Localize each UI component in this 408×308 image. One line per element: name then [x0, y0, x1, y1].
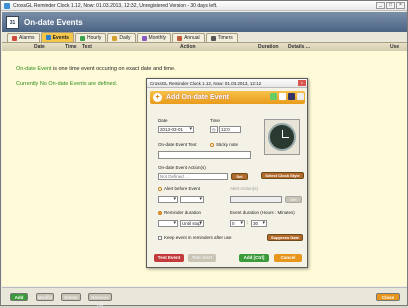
alert-before-label: Alert before Event: [164, 186, 201, 191]
clock-hand: [282, 137, 289, 138]
app-icon: [4, 2, 10, 9]
set-action-button[interactable]: Set: [231, 173, 248, 180]
test-alert-button[interactable]: Test Alert: [188, 254, 216, 262]
empty-message: Currently No On-date Events are defined.: [16, 81, 118, 87]
tab-hourly[interactable]: Hourly: [74, 33, 107, 42]
reminder-unit-select[interactable]: Until stop: [180, 220, 204, 227]
suppress-date-button[interactable]: Suppress Date: [267, 234, 303, 241]
time-label: Time: [210, 118, 220, 123]
add-event-button[interactable]: Add [Ctrl]: [239, 254, 269, 262]
bottom-toolbar: Add Modify Delete Remove All Close: [2, 287, 407, 307]
calendar-icon: 31: [6, 15, 19, 29]
close-icon[interactable]: ×: [396, 2, 405, 9]
dialog-heading: Add On-date Event: [166, 94, 230, 101]
date-label: Date: [158, 118, 168, 123]
alert-before-radio[interactable]: [158, 187, 162, 191]
keep-event-label: Keep event in reminders after use: [164, 235, 232, 240]
alert-action-label: Alert Action(s): [230, 186, 259, 191]
tab-events[interactable]: Events: [40, 32, 74, 42]
reminder-duration-radio[interactable]: [158, 211, 162, 215]
delete-button[interactable]: Delete: [61, 293, 81, 301]
save-icon[interactable]: [288, 93, 295, 100]
cancel-button[interactable]: Cancel: [274, 254, 302, 262]
dialog-title: CrossGL Reminder Clock 1.12, Now: 01.03.…: [147, 79, 307, 88]
action-label: On-date Event Action(s): [158, 165, 206, 170]
forward-icon[interactable]: [270, 93, 277, 100]
col-text[interactable]: Text: [82, 44, 92, 50]
event-text-label: On-date Event Text: [158, 142, 197, 147]
window-title: CrossGL Reminder Clock 1.12, Now: 01.03.…: [13, 2, 218, 9]
col-date[interactable]: Date: [34, 44, 45, 50]
set-alert-button[interactable]: Set: [285, 196, 302, 203]
col-details[interactable]: Details ...: [288, 44, 310, 50]
col-action[interactable]: Action: [180, 44, 196, 50]
maximize-icon[interactable]: □: [386, 2, 395, 9]
col-use[interactable]: Use: [390, 44, 399, 50]
dialog-close-icon[interactable]: ×: [298, 80, 306, 86]
event-duration-label: Event duration (Hours : Minutes): [230, 210, 295, 215]
select-clock-style-button[interactable]: Select Clock Style: [261, 172, 304, 179]
annual-icon: [177, 35, 183, 41]
time-separator: :: [247, 220, 249, 225]
title-bar: CrossGL Reminder Clock 1.12, Now: 01.03.…: [1, 1, 407, 11]
time-input[interactable]: 12:0: [219, 126, 241, 133]
clock-icon: [268, 123, 296, 151]
event-text-input[interactable]: [158, 151, 251, 159]
date-picker[interactable]: 2013-03-01: [158, 126, 194, 133]
time-clock-icon[interactable]: ◷: [210, 126, 218, 133]
tab-alarms[interactable]: Alarms: [7, 33, 40, 42]
action-field[interactable]: Not Defined ...: [158, 173, 228, 180]
info-text: On-date Event is one time event occuring…: [16, 66, 176, 72]
print-icon[interactable]: [297, 93, 304, 100]
minimize-icon[interactable]: _: [376, 2, 385, 9]
section-header: 31 On-date Events: [2, 12, 407, 32]
col-duration[interactable]: Duration: [258, 44, 279, 50]
reminder-number[interactable]: [158, 220, 178, 227]
column-headers: Date Time Text Action Duration Details .…: [2, 43, 407, 51]
add-event-dialog: CrossGL Reminder Clock 1.12, Now: 01.03.…: [146, 78, 308, 268]
events-icon: [45, 35, 51, 40]
alert-action-field[interactable]: [230, 196, 282, 203]
col-time[interactable]: Time: [65, 44, 77, 50]
note-icon[interactable]: [279, 93, 286, 100]
dialog-header: + Add On-date Event: [150, 91, 305, 104]
plus-icon: +: [153, 93, 162, 102]
monthly-icon: [141, 35, 147, 41]
add-button[interactable]: Add: [10, 293, 28, 301]
tab-annual[interactable]: Annual: [172, 33, 205, 42]
alert-before-unit[interactable]: [180, 196, 204, 203]
event-hours-input[interactable]: 0: [230, 220, 245, 227]
remove-all-button[interactable]: Remove All: [88, 293, 112, 307]
reminder-duration-label: Reminder duration: [164, 210, 202, 215]
close-button[interactable]: Close: [376, 293, 400, 301]
tab-monthly[interactable]: Monthly: [136, 33, 172, 42]
section-title: On-date Events: [24, 17, 83, 27]
event-minutes-input[interactable]: 30: [251, 220, 267, 227]
modify-button[interactable]: Modify: [36, 293, 54, 301]
clock-preview: [264, 119, 300, 155]
hourly-icon: [79, 35, 85, 41]
test-event-button[interactable]: Test Event: [154, 254, 184, 262]
daily-icon: [112, 35, 118, 41]
timers-icon: [210, 35, 216, 41]
tab-timers[interactable]: Timers: [205, 33, 238, 42]
alert-before-number[interactable]: [158, 196, 178, 203]
sticky-note-radio[interactable]: [210, 143, 214, 147]
tab-bar: Alarms Events Hourly Daily Monthly Annua…: [2, 32, 407, 43]
sticky-note-label: Sticky note: [216, 142, 239, 147]
keep-event-checkbox[interactable]: [158, 236, 162, 240]
tab-daily[interactable]: Daily: [107, 33, 136, 42]
alarm-icon: [12, 35, 17, 41]
